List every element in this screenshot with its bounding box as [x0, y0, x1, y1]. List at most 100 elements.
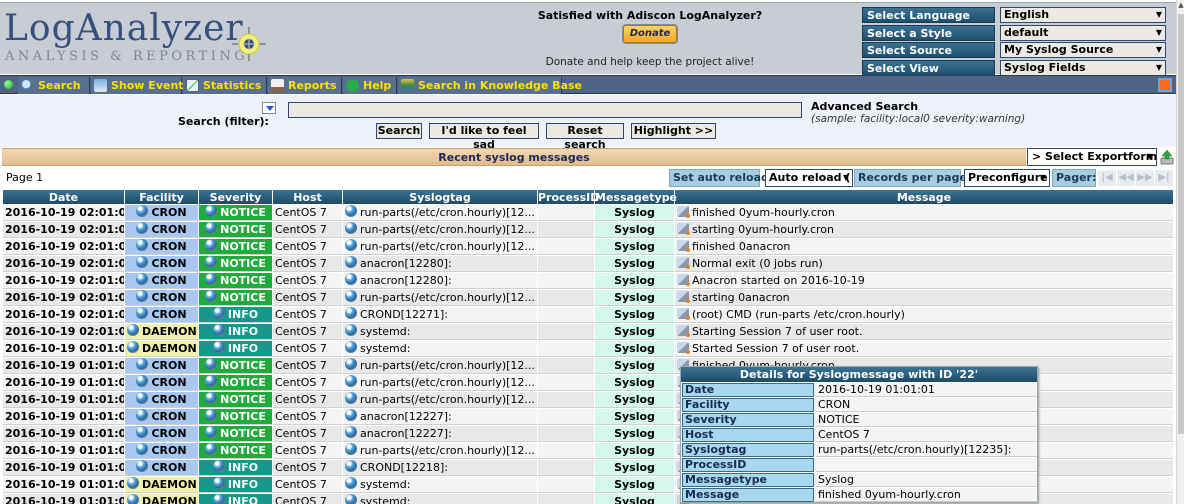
style-select[interactable]: default ▼ — [1000, 24, 1166, 41]
menu-item-search[interactable]: Search — [18, 77, 90, 94]
cell-severity[interactable]: NOTICE — [199, 239, 272, 255]
column-header-processid[interactable]: ProcessID — [538, 190, 599, 204]
menu-item-help[interactable]: Help — [343, 77, 397, 94]
cell-facility[interactable]: CRON — [125, 205, 198, 221]
table-row[interactable]: 2016-10-19 02:01:01 CRON NOTICE CentOS 7 ana… — [3, 273, 1173, 289]
advanced-search-link[interactable]: Advanced Search — [811, 100, 918, 113]
cell-syslogtag[interactable]: CROND[12271]: — [343, 307, 537, 323]
export-icon[interactable] — [1160, 149, 1174, 165]
highlight-button[interactable]: Highlight >> — [631, 123, 716, 139]
cell-facility[interactable]: DAEMON — [125, 477, 198, 493]
table-row[interactable]: 2016-10-19 02:01:01 CRON NOTICE CentOS 7 run… — [3, 290, 1173, 306]
cell-message[interactable]: Started Session 7 of user root. — [675, 341, 1173, 357]
cell-facility[interactable]: CRON — [125, 222, 198, 238]
cell-syslogtag[interactable]: run-parts(/etc/cron.hourly)[12... — [343, 290, 537, 306]
cell-facility[interactable]: CRON — [125, 290, 198, 306]
cell-facility[interactable]: DAEMON — [125, 494, 198, 504]
message-details-icon[interactable] — [677, 325, 690, 337]
cell-severity[interactable]: NOTICE — [199, 256, 272, 272]
message-details-icon[interactable] — [677, 240, 690, 252]
cell-severity[interactable]: NOTICE — [199, 205, 272, 221]
cell-severity[interactable]: NOTICE — [199, 290, 272, 306]
table-row[interactable]: 2016-10-19 02:01:01 CRON INFO CentOS 7 CROND… — [3, 307, 1173, 323]
cell-facility[interactable]: CRON — [125, 307, 198, 323]
cell-facility[interactable]: DAEMON — [125, 341, 198, 357]
cell-facility[interactable]: CRON — [125, 409, 198, 425]
cell-message[interactable]: starting 0anacron — [675, 290, 1173, 306]
cell-severity[interactable]: NOTICE — [199, 426, 272, 442]
cell-severity[interactable]: INFO — [199, 324, 272, 340]
cell-message[interactable]: finished 0anacron — [675, 239, 1173, 255]
records-per-page-select[interactable]: Preconfigure ▼ — [964, 169, 1050, 187]
next-page-icon[interactable]: ▶▶ — [1136, 170, 1154, 186]
cell-syslogtag[interactable]: systemd: — [343, 341, 537, 357]
cell-facility[interactable]: CRON — [125, 239, 198, 255]
cell-facility[interactable]: CRON — [125, 460, 198, 476]
feel-sad-button[interactable]: I'd like to feel sad — [429, 123, 539, 151]
cell-syslogtag[interactable]: systemd: — [343, 477, 537, 493]
cell-facility[interactable]: CRON — [125, 426, 198, 442]
menu-item-reports[interactable]: Reports — [268, 77, 342, 94]
message-details-icon[interactable] — [677, 342, 690, 354]
message-details-icon[interactable] — [677, 308, 690, 320]
column-header-syslogtag[interactable]: Syslogtag — [343, 190, 537, 204]
cell-syslogtag[interactable]: run-parts(/etc/cron.hourly)[12... — [343, 222, 537, 238]
cell-facility[interactable]: CRON — [125, 392, 198, 408]
cell-syslogtag[interactable]: run-parts(/etc/cron.hourly)[12... — [343, 375, 537, 391]
column-header-host[interactable]: Host — [273, 190, 342, 204]
scrollbar-thumb[interactable] — [1178, 14, 1184, 434]
table-row[interactable]: 2016-10-19 02:01:01 CRON NOTICE CentOS 7 ana… — [3, 256, 1173, 272]
cell-severity[interactable]: NOTICE — [199, 375, 272, 391]
scroll-up-icon[interactable]: ▲ — [1177, 0, 1184, 10]
cell-facility[interactable]: CRON — [125, 358, 198, 374]
cell-severity[interactable]: NOTICE — [199, 409, 272, 425]
cell-syslogtag[interactable]: systemd: — [343, 324, 537, 340]
cell-facility[interactable]: CRON — [125, 273, 198, 289]
cell-severity[interactable]: NOTICE — [199, 358, 272, 374]
column-header-date[interactable]: Date — [3, 190, 124, 204]
cell-facility[interactable]: CRON — [125, 443, 198, 459]
table-row[interactable]: 2016-10-19 02:01:01 DAEMON INFO CentOS 7 sys… — [3, 341, 1173, 357]
table-row[interactable]: 2016-10-19 02:01:01 DAEMON INFO CentOS 7 sys… — [3, 324, 1173, 340]
cell-syslogtag[interactable]: run-parts(/etc/cron.hourly)[12... — [343, 239, 537, 255]
menu-item-show-events[interactable]: Show Events — [91, 77, 190, 94]
column-header-facility[interactable]: Facility — [125, 190, 198, 204]
search-button[interactable]: Search — [376, 123, 422, 139]
table-row[interactable]: 2016-10-19 02:01:01 CRON NOTICE CentOS 7 run… — [3, 205, 1173, 221]
menu-item-statistics[interactable]: Statistics — [183, 77, 267, 94]
cell-syslogtag[interactable]: anacron[12280]: — [343, 273, 537, 289]
export-format-select[interactable]: > Select Exportforma ▼ — [1027, 148, 1157, 166]
cell-severity[interactable]: NOTICE — [199, 273, 272, 289]
search-history-dropdown[interactable] — [262, 102, 276, 114]
vertical-scrollbar[interactable]: ▲ — [1176, 0, 1184, 504]
cell-syslogtag[interactable]: run-parts(/etc/cron.hourly)[12... — [343, 358, 537, 374]
menu-item-knowledge-base[interactable]: Search in Knowledge Base — [398, 77, 582, 94]
cell-severity[interactable]: NOTICE — [199, 443, 272, 459]
window-icon[interactable] — [1158, 78, 1172, 92]
message-details-icon[interactable] — [677, 223, 690, 235]
previous-page-icon[interactable]: ◀◀ — [1117, 170, 1135, 186]
reset-search-button[interactable]: Reset search — [546, 123, 624, 151]
cell-facility[interactable]: DAEMON — [125, 324, 198, 340]
language-select[interactable]: English ▼ — [1000, 7, 1166, 23]
cell-message[interactable]: Anacron started on 2016-10-19 — [675, 273, 1173, 289]
cell-syslogtag[interactable]: run-parts(/etc/cron.hourly)[12... — [343, 443, 537, 459]
donate-button[interactable]: Donate — [622, 24, 678, 44]
auto-reload-select[interactable]: Auto reload (▼ — [765, 169, 853, 187]
cell-severity[interactable]: INFO — [199, 307, 272, 323]
cell-severity[interactable]: INFO — [199, 494, 272, 504]
cell-message[interactable]: Normal exit (0 jobs run) — [675, 256, 1173, 272]
first-page-icon[interactable]: |◀ — [1098, 170, 1116, 186]
last-page-icon[interactable]: ▶| — [1155, 170, 1173, 186]
cell-syslogtag[interactable]: anacron[12227]: — [343, 426, 537, 442]
cell-severity[interactable]: INFO — [199, 460, 272, 476]
cell-syslogtag[interactable]: run-parts(/etc/cron.hourly)[12... — [343, 205, 537, 221]
cell-message[interactable]: starting 0yum-hourly.cron — [675, 222, 1173, 238]
message-details-icon[interactable] — [677, 257, 690, 269]
cell-facility[interactable]: CRON — [125, 375, 198, 391]
table-row[interactable]: 2016-10-19 02:01:01 CRON NOTICE CentOS 7 run… — [3, 239, 1173, 255]
message-details-icon[interactable] — [677, 206, 690, 218]
cell-severity[interactable]: INFO — [199, 477, 272, 493]
cell-facility[interactable]: CRON — [125, 256, 198, 272]
search-filter-input[interactable] — [288, 102, 802, 118]
